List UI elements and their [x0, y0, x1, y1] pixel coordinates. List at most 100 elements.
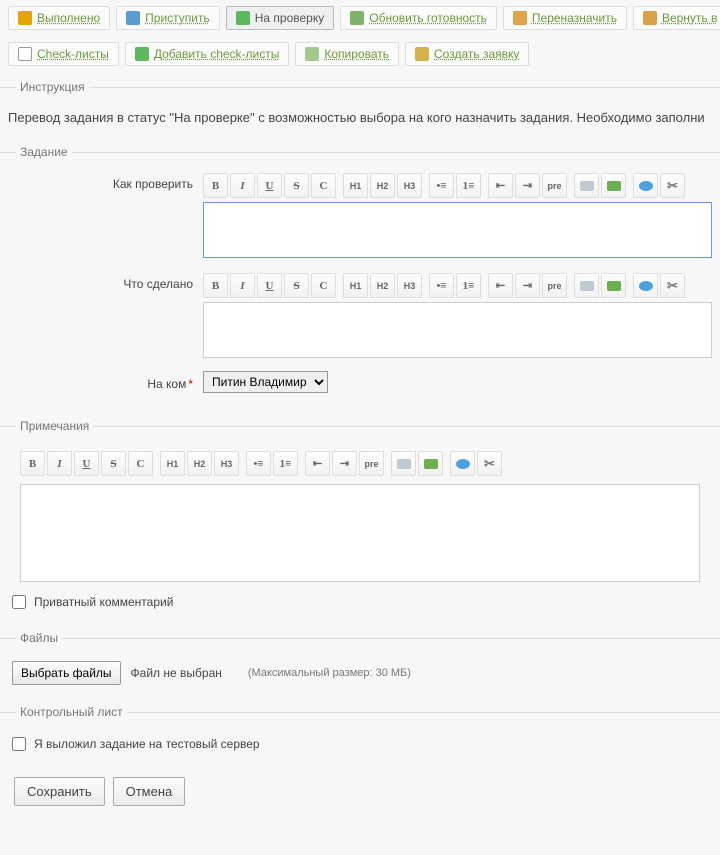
notes-editor[interactable] — [20, 484, 700, 582]
editor-help-button[interactable] — [633, 273, 658, 298]
shield-icon — [236, 11, 250, 25]
what-done-editor[interactable] — [203, 302, 712, 358]
private-comment-row[interactable]: Приватный комментарий — [8, 589, 712, 615]
choose-files-button[interactable]: Выбрать файлы — [12, 661, 121, 685]
editor-toolbar-how: BIUSC H1H2H3 •≡1≡ ⇤⇥pre ✂ — [203, 171, 712, 202]
editor-image-button[interactable] — [601, 173, 626, 198]
editor-italic-button[interactable]: I — [230, 273, 255, 298]
editor-h1-button[interactable]: H1 — [343, 173, 368, 198]
private-comment-checkbox[interactable] — [12, 595, 26, 609]
editor-cut-button[interactable]: ✂ — [477, 451, 502, 476]
checklist-legend: Контрольный лист — [16, 705, 127, 719]
editor-underline-button[interactable]: U — [257, 173, 282, 198]
editor-ol-button[interactable]: 1≡ — [456, 273, 481, 298]
editor-strike-button[interactable]: S — [284, 173, 309, 198]
editor-h1-button[interactable]: H1 — [343, 273, 368, 298]
create-button[interactable]: Создать заявку — [405, 42, 529, 66]
instruction-legend: Инструкция — [16, 80, 89, 94]
no-file-text: Файл не выбран — [131, 666, 222, 680]
editor-code-button[interactable]: C — [128, 451, 153, 476]
editor-h3-button[interactable]: H3 — [397, 273, 422, 298]
cancel-button[interactable]: Отмена — [113, 777, 186, 806]
review-label: На проверку — [255, 11, 325, 25]
ret-icon — [643, 11, 657, 25]
editor-pre-button[interactable]: pre — [542, 273, 567, 298]
editor-link-button[interactable] — [574, 173, 599, 198]
hand-icon — [513, 11, 527, 25]
reassign-button[interactable]: Переназначить — [503, 6, 627, 30]
editor-h2-button[interactable]: H2 — [370, 273, 395, 298]
start-button[interactable]: Приступить — [116, 6, 220, 30]
editor-cut-button[interactable]: ✂ — [660, 273, 685, 298]
editor-code-button[interactable]: C — [311, 173, 336, 198]
editor-code-button[interactable]: C — [311, 273, 336, 298]
save-button[interactable]: Сохранить — [14, 777, 105, 806]
editor-strike-button[interactable]: S — [101, 451, 126, 476]
checklist-item-checkbox[interactable] — [12, 737, 26, 751]
editor-bold-button[interactable]: B — [203, 273, 228, 298]
editor-help-button[interactable] — [450, 451, 475, 476]
editor-indent-button[interactable]: ⇥ — [332, 451, 357, 476]
editor-h3-button[interactable]: H3 — [214, 451, 239, 476]
checklists-label: Check-листы — [37, 47, 109, 61]
editor-cut-button[interactable]: ✂ — [660, 173, 685, 198]
editor-help-button[interactable] — [633, 173, 658, 198]
editor-toolbar-done: BIUSC H1H2H3 •≡1≡ ⇤⇥pre ✂ — [203, 271, 712, 302]
refresh-button[interactable]: Обновить готовность — [340, 6, 497, 30]
editor-link-button[interactable] — [391, 451, 416, 476]
editor-h2-button[interactable]: H2 — [370, 173, 395, 198]
start-label: Приступить — [145, 11, 210, 25]
instruction-text: Перевод задания в статус "На проверке" с… — [8, 106, 712, 129]
editor-outdent-button[interactable]: ⇤ — [488, 173, 513, 198]
editor-h1-button[interactable]: H1 — [160, 451, 185, 476]
lock-icon — [18, 11, 32, 25]
instruction-section: Инструкция Перевод задания в статус "На … — [0, 80, 720, 137]
editor-ol-button[interactable]: 1≡ — [456, 173, 481, 198]
editor-ul-button[interactable]: •≡ — [246, 451, 271, 476]
editor-pre-button[interactable]: pre — [542, 173, 567, 198]
editor-underline-button[interactable]: U — [257, 273, 282, 298]
refresh-label: Обновить готовность — [369, 11, 487, 25]
editor-pre-button[interactable]: pre — [359, 451, 384, 476]
chart-icon — [350, 11, 364, 25]
editor-italic-button[interactable]: I — [47, 451, 72, 476]
add-checklists-label: Добавить check-листы — [154, 47, 280, 61]
editor-bold-button[interactable]: B — [203, 173, 228, 198]
editor-toolbar-notes: BIUSC H1H2H3 •≡1≡ ⇤⇥pre ✂ — [20, 449, 700, 480]
add-checklists-button[interactable]: Добавить check-листы — [125, 42, 290, 66]
return-label: Вернуть в — [662, 11, 717, 25]
editor-italic-button[interactable]: I — [230, 173, 255, 198]
how-to-check-editor[interactable] — [203, 202, 712, 258]
editor-h2-button[interactable]: H2 — [187, 451, 212, 476]
private-comment-label: Приватный комментарий — [34, 595, 173, 609]
editor-underline-button[interactable]: U — [74, 451, 99, 476]
editor-link-button[interactable] — [574, 273, 599, 298]
editor-indent-button[interactable]: ⇥ — [515, 273, 540, 298]
editor-image-button[interactable] — [418, 451, 443, 476]
editor-outdent-button[interactable]: ⇤ — [488, 273, 513, 298]
files-section: Файлы Выбрать файлы Файл не выбран (Макс… — [0, 631, 720, 697]
editor-image-button[interactable] — [601, 273, 626, 298]
checklists-button[interactable]: Check-листы — [8, 42, 119, 66]
copy-icon — [305, 47, 319, 61]
what-done-label: Что сделано — [8, 271, 203, 291]
editor-strike-button[interactable]: S — [284, 273, 309, 298]
task-section: Задание Как проверить BIUSCH1H2H3•≡1≡⇤⇥p… — [0, 145, 720, 411]
return-button[interactable]: Вернуть в — [633, 6, 720, 30]
editor-ul-button[interactable]: •≡ — [429, 273, 454, 298]
done-label: Выполнено — [37, 11, 100, 25]
files-legend: Файлы — [16, 631, 62, 645]
editor-ol-button[interactable]: 1≡ — [273, 451, 298, 476]
copy-button[interactable]: Копировать — [295, 42, 399, 66]
max-size-hint: (Максимальный размер: 30 МБ) — [248, 667, 411, 679]
editor-indent-button[interactable]: ⇥ — [515, 173, 540, 198]
done-button[interactable]: Выполнено — [8, 6, 110, 30]
editor-h3-button[interactable]: H3 — [397, 173, 422, 198]
editor-outdent-button[interactable]: ⇤ — [305, 451, 330, 476]
assignee-select[interactable]: Питин Владимир — [203, 371, 328, 393]
editor-bold-button[interactable]: B — [20, 451, 45, 476]
edit-icon — [415, 47, 429, 61]
checklist-item-row[interactable]: Я выложил задание на тестовый сервер — [8, 731, 712, 757]
review-button[interactable]: На проверку — [226, 6, 335, 30]
editor-ul-button[interactable]: •≡ — [429, 173, 454, 198]
